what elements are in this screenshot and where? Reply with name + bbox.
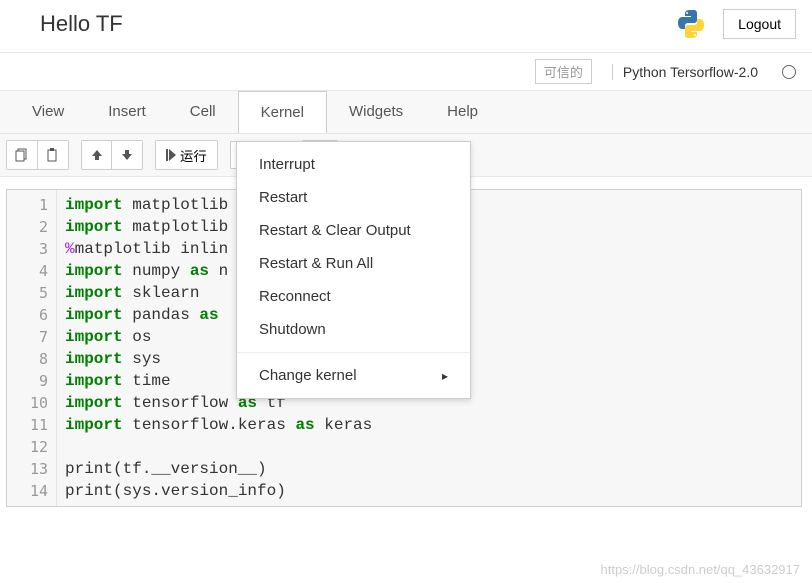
move-down-button[interactable] [112,141,142,169]
kernel-row: 可信的 Python Tersorflow-2.0 [0,53,812,90]
run-button[interactable]: 运行 [156,141,217,169]
dropdown-change-kernel[interactable]: Change kernel [237,359,470,392]
menu-cell[interactable]: Cell [168,91,238,133]
dropdown-interrupt[interactable]: Interrupt [237,148,470,181]
watermark: https://blog.csdn.net/qq_43632917 [601,562,801,577]
run-icon [166,149,176,161]
move-up-button[interactable] [82,141,112,169]
dropdown-restart[interactable]: Restart [237,181,470,214]
trusted-badge[interactable]: 可信的 [535,59,592,84]
kernel-status-icon [782,65,796,79]
menu-widgets[interactable]: Widgets [327,91,425,133]
copy-button[interactable] [7,141,38,169]
paste-button[interactable] [38,141,68,169]
python-logo-icon [675,8,707,40]
dropdown-restart-run-all[interactable]: Restart & Run All [237,247,470,280]
run-label: 运行 [180,146,207,165]
line-gutter: 1234567891011121314 [7,190,57,506]
kernel-name: Python Tersorflow-2.0 [612,64,758,80]
header: Hello TF Logout [0,0,812,53]
dropdown-reconnect[interactable]: Reconnect [237,280,470,313]
dropdown-restart-clear-output[interactable]: Restart & Clear Output [237,214,470,247]
logout-button[interactable]: Logout [723,9,796,39]
menu-help[interactable]: Help [425,91,500,133]
menu-view[interactable]: View [10,91,86,133]
kernel-dropdown: InterruptRestartRestart & Clear OutputRe… [236,141,471,399]
menubar: ViewInsertCellKernelWidgetsHelp [0,90,812,134]
menu-kernel[interactable]: Kernel [238,91,327,133]
dropdown-shutdown[interactable]: Shutdown [237,313,470,346]
notebook-title[interactable]: Hello TF [40,11,675,37]
menu-insert[interactable]: Insert [86,91,168,133]
